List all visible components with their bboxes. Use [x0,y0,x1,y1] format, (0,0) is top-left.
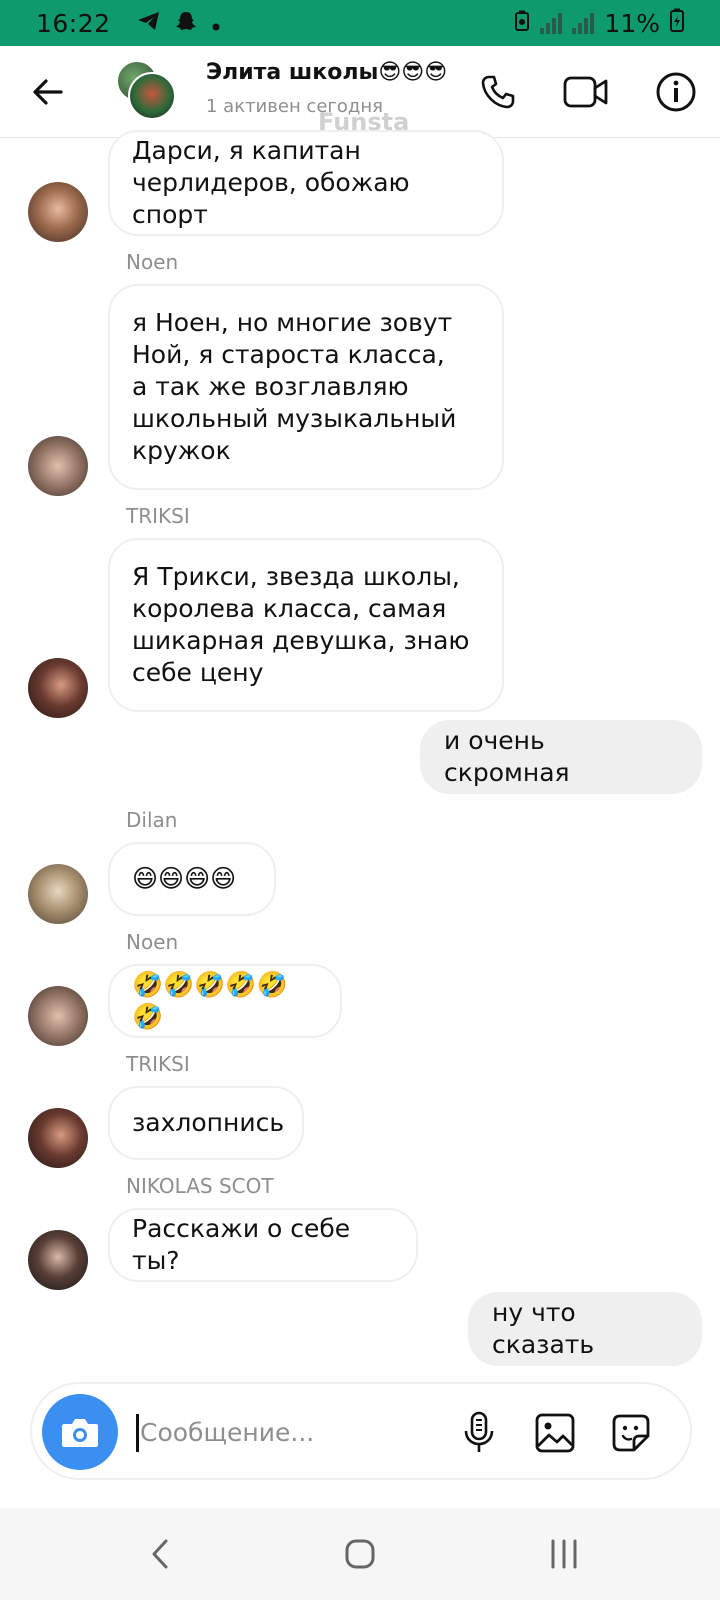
message-bubble[interactable]: я Ноен, но многие зовут Ной, я староста … [108,284,504,490]
text-cursor [136,1414,139,1452]
message-text: Расскажи о себе ты? [132,1214,351,1275]
system-nav-bar [0,1508,720,1600]
avatar[interactable] [28,1230,88,1290]
message-text: 😄😄😄😄 [132,864,237,893]
avatar[interactable] [28,864,88,924]
message-sender: TRIKSI [126,504,190,528]
message-input[interactable] [140,1404,440,1460]
avatar[interactable] [28,1108,88,1168]
nav-home-button[interactable] [336,1530,384,1578]
video-call-button[interactable] [562,68,610,116]
message-bubble[interactable]: Я Трикси, звезда школы, королева класса,… [108,538,504,712]
camera-button[interactable] [42,1394,118,1470]
message-composer [30,1382,692,1480]
status-time: 16:22 [36,8,111,38]
avatar[interactable] [28,658,88,718]
nav-recents-button[interactable] [540,1530,588,1578]
nav-back-button[interactable] [136,1530,184,1578]
message-sender: TRIKSI [126,1052,190,1076]
sticker-button[interactable] [608,1410,654,1456]
message-text: 🤣🤣🤣🤣🤣🤣 [132,970,288,1031]
message-sender: NIKOLAS SCOT [126,1174,274,1198]
snapchat-icon [175,9,197,38]
battery-icon [670,8,684,38]
message-sender: Dilan [126,808,178,832]
chat-info-button[interactable] [652,68,700,116]
message-bubble-outgoing[interactable]: ну что сказать [468,1292,702,1366]
group-avatar-front [128,72,176,120]
message-sender: Noen [126,250,179,274]
battery-saver-icon [514,9,530,38]
sticker-icon [612,1414,650,1452]
dot-icon [211,9,221,38]
message-text: Я Трикси, звезда школы, королева класса,… [132,562,470,687]
avatar[interactable] [28,986,88,1046]
message-text: я Ноен, но многие зовут Ной, я староста … [132,308,457,465]
video-icon [563,76,608,108]
gallery-button[interactable] [532,1410,578,1456]
message-sender: Noen [126,930,179,954]
camera-icon [62,1419,98,1447]
battery-percent: 11% [604,8,660,38]
chat-header: Элита школы😎😎😎 1 активен сегодня Funsta [0,46,720,138]
signal-icon [540,12,563,34]
chat-title[interactable]: Элита школы😎😎😎 [206,60,447,85]
back-button[interactable] [26,70,70,114]
status-bar: 16:22 11% [0,0,720,46]
voice-message-button[interactable] [456,1410,502,1456]
message-bubble[interactable]: 🤣🤣🤣🤣🤣🤣 [108,964,342,1038]
telegram-icon [137,9,161,38]
message-text: Дарси, я капитан черлидеров, обожаю спор… [132,136,410,229]
message-bubble[interactable]: Дарси, я капитан черлидеров, обожаю спор… [108,130,504,236]
nav-back-icon [152,1539,168,1569]
message-bubble[interactable]: Расскажи о себе ты? [108,1208,418,1282]
message-bubble[interactable]: 😄😄😄😄 [108,842,276,916]
group-avatar[interactable] [116,60,178,122]
signal-icon [572,12,595,34]
voice-call-button[interactable] [474,68,522,116]
message-text: ну что сказать [492,1298,595,1359]
avatar[interactable] [28,436,88,496]
nav-recents-icon [551,1539,577,1569]
message-bubble[interactable]: захлопнись [108,1086,304,1160]
back-arrow-icon [33,79,63,105]
message-text: захлопнись [132,1108,285,1137]
message-bubble-outgoing[interactable]: и очень скромная [420,720,702,794]
avatar[interactable] [28,182,88,242]
info-icon [656,72,696,112]
phone-icon [481,75,515,109]
gallery-icon [535,1413,575,1453]
message-text: и очень скромная [444,726,570,787]
nav-home-icon [345,1539,375,1569]
microphone-icon [464,1411,494,1452]
